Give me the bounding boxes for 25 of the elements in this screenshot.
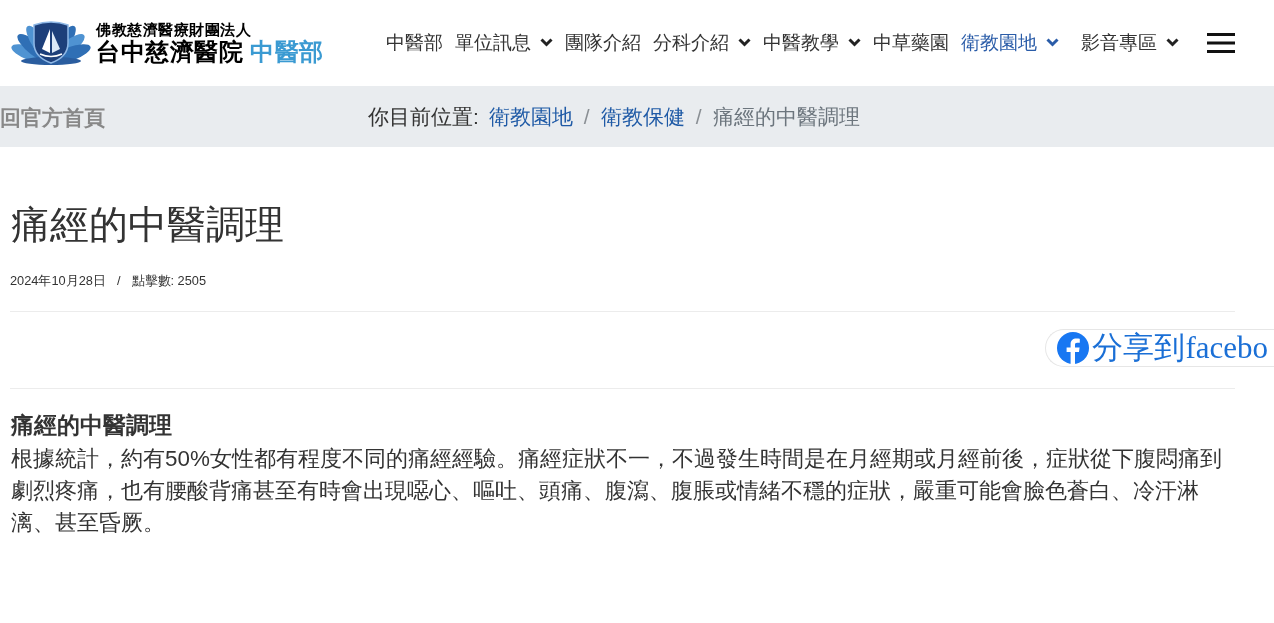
publish-date: 2024年10月28日	[10, 272, 106, 290]
meta-separator: /	[116, 272, 121, 290]
nav-link[interactable]: 團隊介紹	[565, 28, 641, 58]
hit-count: 點擊數: 2505	[131, 272, 207, 290]
breadcrumb-current: 痛經的中醫調理	[712, 103, 860, 130]
article-title: 痛經的中醫調理	[10, 202, 285, 248]
nav-link[interactable]: 中草藥園	[873, 28, 949, 58]
department-name: 中醫部	[250, 40, 324, 64]
nav-link[interactable]: 中醫部	[386, 28, 443, 58]
nav-link[interactable]: 影音專區	[1081, 28, 1179, 58]
nav-link[interactable]: 分科介紹	[653, 28, 751, 58]
breadcrumb-separator: /	[583, 103, 590, 130]
section-heading: 痛經的中醫調理	[10, 411, 173, 441]
lotus-logo-icon	[10, 19, 92, 67]
breadcrumb-link[interactable]: 衛教保健	[600, 100, 685, 133]
breadcrumb-label: 你目前位置:	[368, 103, 479, 130]
nav-link[interactable]: 單位訊息	[455, 28, 553, 58]
article-paragraph: 根據統計，約有50%女性都有程度不同的痛經經驗。痛經症狀不一，不過發生時間是在月經期或月經前後，症狀從下腹悶痛到劇烈疼痛，也有腰酸背痛甚至有時會出現噁心、嘔吐、頭痛、腹瀉、腹脹或情緒不穩的症狀，嚴重可能會臉色蒼白、冷汗淋漓、甚至昏厥。	[10, 445, 1223, 538]
breadcrumb-separator: /	[695, 103, 702, 130]
nav-link[interactable]: 衛教園地	[961, 28, 1059, 58]
facebook-icon	[1057, 332, 1090, 365]
org-name: 佛教慈濟醫療財團法人	[96, 22, 252, 37]
breadcrumb-link[interactable]: 衛教園地	[488, 100, 573, 133]
nav-link[interactable]: 中醫教學	[763, 28, 861, 58]
menu-icon[interactable]	[1207, 33, 1235, 53]
